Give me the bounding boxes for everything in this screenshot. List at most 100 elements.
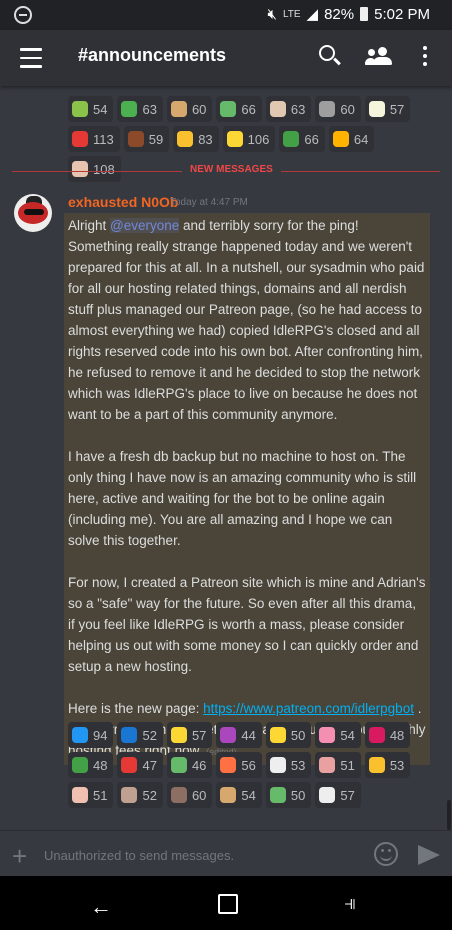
text: and terribly sorry for the ping! Somethi… (68, 218, 425, 422)
reaction-button[interactable]: 63 (117, 96, 163, 122)
reaction-button[interactable]: 53 (364, 752, 411, 778)
reaction-emoji-icon (177, 131, 194, 147)
reaction-count: 50 (290, 727, 306, 743)
reaction-count: 51 (340, 757, 355, 773)
everyone-mention[interactable]: @everyone (110, 218, 180, 233)
reaction-emoji-icon (72, 101, 88, 117)
reaction-count: 66 (304, 131, 319, 147)
signal-icon: ◢ (306, 6, 319, 23)
reaction-button[interactable]: 46 (166, 752, 213, 778)
reaction-emoji-icon (319, 101, 336, 117)
members-icon[interactable] (365, 44, 398, 70)
reaction-button[interactable]: 57 (364, 96, 411, 122)
reaction-count: 48 (389, 727, 405, 743)
text: Alright (68, 218, 111, 233)
reaction-emoji-icon (368, 101, 385, 117)
reaction-button[interactable]: 63 (265, 96, 312, 122)
message-input: Unauthorized to send messages. (44, 848, 235, 863)
mute-icon: 🔇︎ (267, 5, 277, 23)
reaction-emoji-icon (220, 757, 237, 773)
reaction-count: 106 (247, 131, 270, 147)
reaction-count: 56 (241, 757, 256, 773)
reaction-emoji-icon (332, 131, 349, 147)
reaction-count: 64 (353, 131, 369, 147)
avatar[interactable] (14, 194, 52, 232)
reaction-count: 54 (340, 727, 355, 743)
reaction-emoji-icon (170, 101, 187, 117)
reaction-button[interactable]: 48 (364, 722, 411, 748)
status-bar: 🔇︎ LTE ◢ 82% 5:02 PM (0, 0, 452, 30)
reaction-emoji-icon (72, 131, 88, 147)
reaction-button[interactable]: 53 (265, 752, 312, 778)
reaction-button[interactable]: 54 (216, 782, 262, 808)
app-bar: #announcements (0, 30, 452, 86)
reaction-emoji-icon (170, 727, 187, 743)
reaction-button[interactable]: 44 (216, 722, 262, 748)
reaction-button[interactable]: 51 (68, 782, 114, 808)
back-icon[interactable]: ← (90, 894, 112, 920)
reaction-emoji-icon (269, 787, 286, 803)
home-icon[interactable] (218, 894, 238, 914)
android-nav-bar: ← ⫣ (0, 876, 452, 930)
reaction-emoji-icon (283, 131, 300, 147)
reaction-emoji-icon (72, 757, 88, 773)
reaction-emoji-icon (170, 757, 187, 773)
patreon-link[interactable]: https://www.patreon.com/idlerpgbot (203, 701, 414, 716)
message-body: Alright @everyone and terribly sorry for… (64, 213, 430, 765)
reaction-count: 113 (93, 131, 114, 147)
reaction-button[interactable]: 56 (216, 752, 262, 778)
reaction-count: 48 (93, 757, 108, 773)
reaction-button[interactable]: 64 (328, 126, 375, 152)
recents-icon[interactable]: ⫣ (344, 892, 356, 915)
reaction-button[interactable]: 57 (315, 782, 361, 808)
reaction-emoji-icon (220, 101, 237, 117)
reaction-count: 63 (290, 101, 306, 117)
reaction-button[interactable]: 48 (68, 752, 114, 778)
reaction-button[interactable]: 50 (265, 782, 312, 808)
reaction-count: 50 (290, 787, 306, 803)
reaction-button[interactable]: 52 (117, 782, 163, 808)
reaction-button[interactable]: 66 (279, 126, 325, 152)
reaction-button[interactable]: 66 (216, 96, 262, 122)
reaction-button[interactable]: 60 (315, 96, 361, 122)
scrollbar[interactable] (447, 800, 451, 830)
reaction-count: 66 (241, 101, 256, 117)
reaction-emoji-icon (319, 727, 336, 743)
reaction-emoji-icon (220, 727, 237, 743)
reaction-button[interactable]: 50 (265, 722, 312, 748)
reaction-count: 57 (340, 787, 355, 803)
add-attachment-icon[interactable]: + (12, 841, 27, 872)
send-icon[interactable] (418, 845, 440, 865)
reaction-emoji-icon (269, 727, 286, 743)
reaction-button[interactable]: 60 (166, 96, 213, 122)
menu-icon[interactable] (20, 48, 42, 74)
reaction-button[interactable]: 52 (117, 722, 163, 748)
reaction-button[interactable]: 54 (315, 722, 361, 748)
reaction-count: 44 (241, 727, 256, 743)
reaction-button[interactable]: 47 (117, 752, 163, 778)
reaction-button[interactable]: 54 (68, 96, 114, 122)
reaction-button[interactable]: 59 (123, 126, 170, 152)
clock: 5:02 PM (374, 5, 430, 23)
reaction-count: 83 (198, 131, 213, 147)
emoji-icon[interactable] (374, 842, 398, 866)
reaction-count: 54 (241, 787, 256, 803)
more-options-icon[interactable] (420, 44, 430, 70)
reaction-button[interactable]: 106 (222, 126, 276, 152)
reaction-button[interactable]: 57 (166, 722, 213, 748)
reaction-button[interactable]: 108 (68, 156, 121, 182)
reaction-button[interactable]: 51 (315, 752, 361, 778)
reaction-count: 47 (142, 757, 157, 773)
reaction-count: 53 (290, 757, 306, 773)
reaction-count: 52 (142, 787, 157, 803)
reaction-count: 46 (191, 757, 207, 773)
reaction-button[interactable]: 60 (166, 782, 213, 808)
message-reactions: 94 52 57 44 50 54 48 48 47 46 56 53 51 53 51 52 60 54 50 57 (68, 722, 418, 808)
author-name[interactable]: exhausted N0Ob (68, 194, 178, 210)
search-icon[interactable] (318, 44, 344, 70)
reaction-button[interactable]: 94 (68, 722, 114, 748)
reaction-count: 52 (142, 727, 157, 743)
reaction-button[interactable]: 83 (173, 126, 219, 152)
reaction-emoji-icon (72, 727, 88, 743)
reaction-button[interactable]: 113 (68, 126, 120, 152)
